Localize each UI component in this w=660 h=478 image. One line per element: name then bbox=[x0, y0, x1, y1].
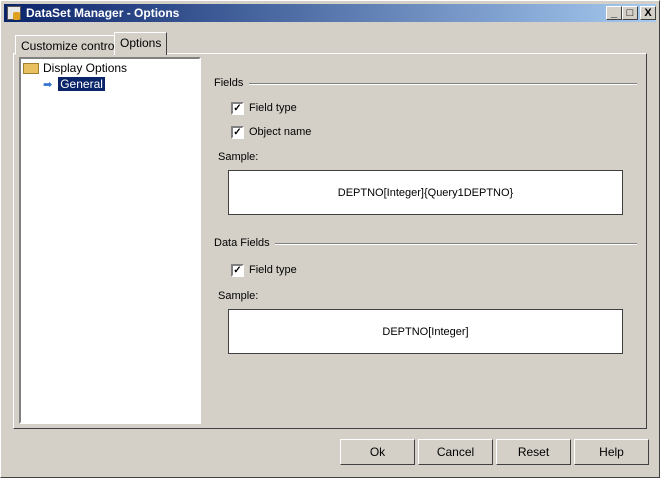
tree-label: Display Options bbox=[43, 61, 128, 75]
app-icon bbox=[7, 6, 21, 20]
data-fields-sample-box: DEPTNO[Integer] bbox=[228, 309, 623, 354]
divider bbox=[275, 243, 637, 245]
maximize-button[interactable]: □ bbox=[622, 6, 638, 20]
title-bar[interactable]: DataSet Manager - Options _ □ X bbox=[4, 4, 656, 22]
tab-options[interactable]: Options bbox=[114, 32, 168, 55]
data-field-type-label: Field type bbox=[249, 264, 297, 276]
sample-label: Sample: bbox=[218, 151, 259, 163]
tree-label: General bbox=[57, 76, 106, 92]
arrow-right-icon: ➡ bbox=[43, 78, 53, 91]
object-name-label: Object name bbox=[249, 126, 312, 138]
fields-heading: Fields bbox=[214, 77, 244, 89]
sample-label: Sample: bbox=[218, 290, 259, 302]
data-field-type-checkbox[interactable]: ✓ bbox=[231, 264, 244, 277]
object-name-checkbox[interactable]: ✓ bbox=[231, 126, 244, 139]
field-type-checkbox[interactable]: ✓ bbox=[231, 102, 244, 115]
options-window: DataSet Manager - Options _ □ X Customiz… bbox=[0, 0, 660, 478]
reset-button[interactable]: Reset bbox=[496, 439, 571, 465]
folder-open-icon bbox=[23, 62, 39, 74]
window-title: DataSet Manager - Options bbox=[26, 6, 180, 20]
fields-sample-box: DEPTNO[Integer]{Query1DEPTNO} bbox=[228, 170, 623, 215]
tree-item-display-options[interactable]: Display Options bbox=[23, 61, 127, 75]
close-button[interactable]: X bbox=[640, 6, 656, 20]
field-type-label: Field type bbox=[249, 102, 297, 114]
divider bbox=[249, 83, 637, 85]
data-fields-heading: Data Fields bbox=[214, 237, 270, 249]
minimize-button[interactable]: _ bbox=[606, 6, 622, 20]
cancel-button[interactable]: Cancel bbox=[418, 439, 493, 465]
tab-customize-controls[interactable]: Customize controls bbox=[15, 35, 130, 55]
ok-button[interactable]: Ok bbox=[340, 439, 415, 465]
options-tree[interactable]: Display Options ➡ General bbox=[19, 57, 201, 424]
help-button[interactable]: Help bbox=[574, 439, 649, 465]
tree-item-general[interactable]: ➡ General bbox=[43, 76, 106, 92]
